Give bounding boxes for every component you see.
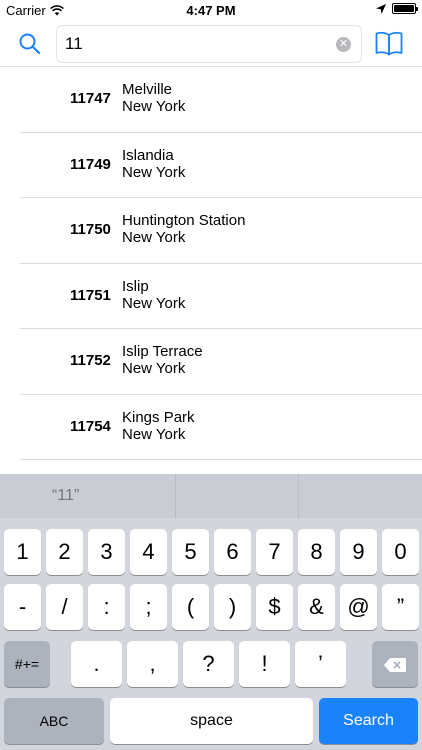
keyboard: “11” 1 2 3 4 5 6 7 8 9 0 - / : ; ( ) $ &… <box>0 474 422 750</box>
key-2[interactable]: 2 <box>46 529 83 575</box>
clear-search-button[interactable]: ✕ <box>336 37 351 52</box>
key-hyphen[interactable]: - <box>4 584 41 630</box>
bookmarks-button[interactable] <box>374 28 404 58</box>
search-icon <box>19 33 41 55</box>
list-item[interactable]: 11752 Islip Terrace New York <box>20 329 422 395</box>
status-bar: Carrier 4:47 PM <box>0 0 422 22</box>
state-name: New York <box>122 425 186 443</box>
key-8[interactable]: 8 <box>298 529 335 575</box>
clock: 4:47 PM <box>186 3 236 18</box>
suggestion-item[interactable]: “11” <box>0 474 176 518</box>
key-dollar[interactable]: $ <box>256 584 293 630</box>
results-list: 11747 Melville New York 11749 Islandia N… <box>0 67 422 474</box>
key-open-paren[interactable]: ( <box>172 584 209 630</box>
city-name: Melville <box>122 81 173 98</box>
key-0[interactable]: 0 <box>382 529 419 575</box>
key-more-symbols[interactable]: #+= <box>4 641 50 687</box>
state-name: New York <box>122 229 186 246</box>
key-semicolon[interactable]: ; <box>130 584 167 630</box>
state-name: New York <box>122 98 186 115</box>
city-name: Islip Terrace <box>122 343 203 360</box>
key-apostrophe[interactable]: ’ <box>295 641 346 687</box>
suggestion-item[interactable] <box>176 474 300 518</box>
key-3[interactable]: 3 <box>88 529 125 575</box>
key-slash[interactable]: / <box>46 584 83 630</box>
search-input[interactable] <box>65 26 325 62</box>
zip-code: 11752 <box>70 352 111 369</box>
delete-key[interactable] <box>372 641 418 687</box>
battery-icon <box>392 3 418 14</box>
key-colon[interactable]: : <box>88 584 125 630</box>
zip-code: 11749 <box>70 155 111 173</box>
list-item[interactable]: 11747 Melville New York <box>20 67 422 133</box>
list-item[interactable]: 11749 Islandia New York <box>20 133 422 198</box>
key-search[interactable]: Search <box>319 698 418 744</box>
city-name: Islip <box>122 277 149 295</box>
suggestion-bar: “11” <box>0 474 422 518</box>
clear-icon: ✕ <box>338 38 349 50</box>
list-item[interactable]: 11751 Islip New York <box>20 264 422 329</box>
state-name: New York <box>122 294 186 312</box>
city-name: Kings Park <box>122 408 195 426</box>
location-arrow-icon <box>376 3 386 14</box>
list-item[interactable]: 11750 Huntington Station New York <box>20 198 422 264</box>
key-at[interactable]: @ <box>340 584 377 630</box>
key-4[interactable]: 4 <box>130 529 167 575</box>
key-ampersand[interactable]: & <box>298 584 335 630</box>
key-5[interactable]: 5 <box>172 529 209 575</box>
status-right <box>376 3 418 14</box>
search-button[interactable] <box>16 30 44 58</box>
key-9[interactable]: 9 <box>340 529 377 575</box>
key-question[interactable]: ? <box>183 641 234 687</box>
list-item[interactable]: 11754 Kings Park New York <box>20 395 422 460</box>
key-quote[interactable]: ” <box>382 584 419 630</box>
key-period[interactable]: . <box>71 641 122 687</box>
state-name: New York <box>122 360 186 377</box>
key-abc[interactable]: ABC <box>4 698 104 744</box>
zip-code: 11750 <box>70 221 111 238</box>
key-6[interactable]: 6 <box>214 529 251 575</box>
key-close-paren[interactable]: ) <box>214 584 251 630</box>
city-name: Huntington Station <box>122 212 246 229</box>
key-exclamation[interactable]: ! <box>239 641 290 687</box>
search-header: ✕ <box>0 22 422 66</box>
suggestion-item[interactable] <box>299 474 422 518</box>
book-icon <box>375 31 403 56</box>
key-7[interactable]: 7 <box>256 529 293 575</box>
key-1[interactable]: 1 <box>4 529 41 575</box>
search-field[interactable]: ✕ <box>56 25 362 63</box>
zip-code: 11747 <box>70 90 111 107</box>
city-name: Islandia <box>122 146 174 164</box>
key-space[interactable]: space <box>110 698 313 744</box>
state-name: New York <box>122 163 186 181</box>
zip-code: 11751 <box>70 286 111 304</box>
key-comma[interactable]: , <box>127 641 178 687</box>
zip-code: 11754 <box>70 417 111 435</box>
delete-icon <box>384 658 406 673</box>
